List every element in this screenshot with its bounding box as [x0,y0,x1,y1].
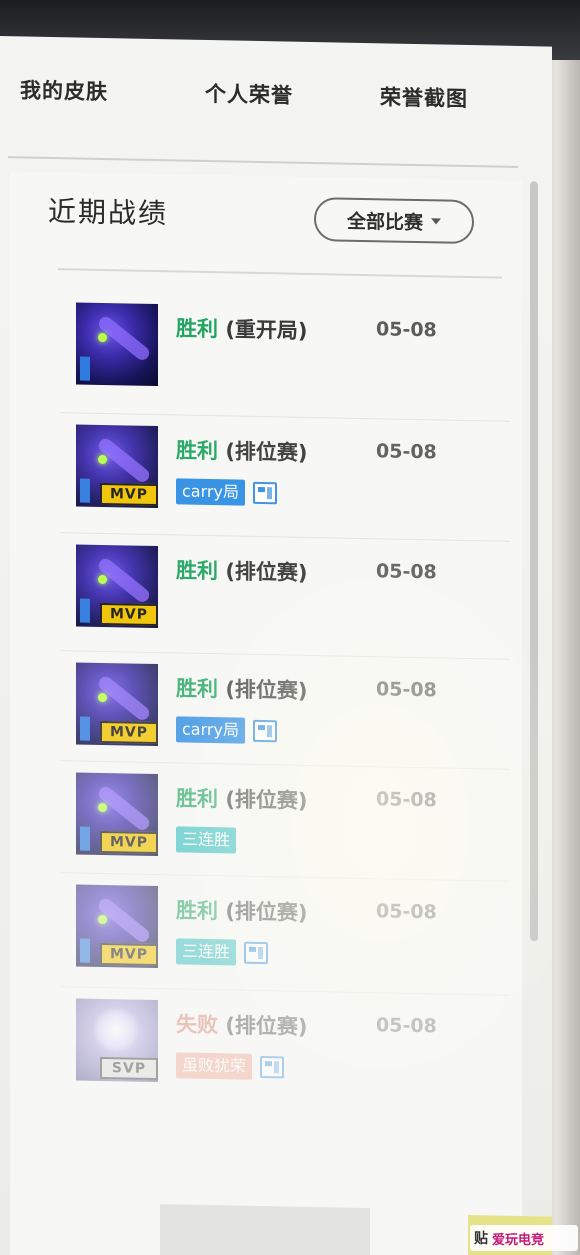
mvp-badge: MVP [100,830,158,855]
recent-matches-panel: 近期战绩 全部比赛 胜利 (重开局) 05-08 MVP 胜利 (排位赛) 05-08 c… [10,171,522,1255]
mvp-badge: MVP [100,942,158,967]
tabs-divider [8,156,518,168]
mvp-badge: MVP [100,720,158,745]
tab-my-skins[interactable]: 我的皮肤 [20,74,108,106]
match-date: 05-08 [376,900,437,924]
svp-badge: SVP [100,1056,158,1081]
hero-avatar: MVP [76,772,158,857]
match-mode: (排位赛) [225,677,308,703]
share-icon[interactable] [260,1055,285,1079]
site-watermark: 贴 爱玩电竞 [470,1225,578,1251]
hero-avatar: MVP [76,662,158,747]
hero-avatar: SVP [76,998,158,1083]
match-result: 胜利 (排位赛) [176,894,308,927]
match-row[interactable]: MVP 胜利 (排位赛) 05-08 三连胜 [60,872,510,1007]
match-result: 胜利 (排位赛) [176,434,308,467]
match-tag: carry局 [176,478,245,506]
result-word: 失败 [176,1012,218,1038]
match-result: 胜利 (排位赛) [176,672,308,705]
match-tags: carry局 [176,478,277,506]
match-tags: 三连胜 [176,826,237,854]
match-tag: carry局 [176,716,245,744]
match-tag: 三连胜 [176,938,237,966]
result-word: 胜利 [176,676,218,702]
match-result: 失败 (排位赛) [176,1008,308,1041]
share-icon[interactable] [252,481,277,505]
result-word: 胜利 [176,898,218,924]
match-mode: (排位赛) [225,1013,308,1039]
match-row[interactable]: 胜利 (重开局) 05-08 [76,302,506,425]
match-row[interactable]: MVP 胜利 (排位赛) 05-08 [60,532,510,667]
match-tags: carry局 [176,716,277,744]
hero-avatar: MVP [76,424,158,509]
mvp-badge: MVP [100,602,158,627]
match-date: 05-08 [376,560,437,584]
hero-avatar [76,302,158,387]
watermark-brand: 爱玩电竞 [492,1232,545,1248]
share-icon[interactable] [252,719,277,743]
hero-avatar: MVP [76,884,158,969]
match-tag: 三连胜 [176,826,237,854]
match-result: 胜利 (排位赛) [176,554,308,587]
chevron-down-icon [431,218,441,225]
watermark-prefix: 贴 [474,1231,488,1247]
scrollbar[interactable] [530,181,538,942]
match-result: 胜利 (重开局) [176,312,308,345]
panel-title: 近期战绩 [48,194,169,231]
result-word: 胜利 [176,558,218,584]
match-result: 胜利 (排位赛) [176,782,308,815]
hero-avatar: MVP [76,544,158,629]
result-word: 胜利 [176,786,218,812]
match-mode: (排位赛) [225,899,308,925]
match-tag: 虽败犹荣 [176,1052,253,1080]
result-word: 胜利 [176,316,218,342]
game-profile-window: 我的皮肤 个人荣誉 荣誉截图 近期战绩 全部比赛 胜利 (重开局) 05-08 MV… [0,36,552,1255]
match-list: 胜利 (重开局) 05-08 MVP 胜利 (排位赛) 05-08 carry局 MVP 胜利… [10,171,522,1083]
match-date: 05-08 [376,1014,437,1038]
match-date: 05-08 [376,318,437,342]
mvp-badge: MVP [100,482,158,507]
match-date: 05-08 [376,440,437,464]
match-mode: (排位赛) [225,787,308,813]
filter-label: 全部比赛 [346,210,423,234]
match-mode: (排位赛) [225,439,308,465]
result-word: 胜利 [176,438,218,464]
match-mode: (重开局) [225,317,308,343]
match-date: 05-08 [376,678,437,702]
tab-personal-honors[interactable]: 个人荣誉 [205,78,293,110]
bottom-button[interactable] [160,1204,370,1255]
profile-tabs: 我的皮肤 个人荣誉 荣誉截图 [0,74,540,144]
match-filter-dropdown[interactable]: 全部比赛 [314,197,474,245]
match-date: 05-08 [376,788,437,812]
match-tags: 虽败犹荣 [176,1052,285,1080]
panel-divider [58,268,502,279]
tab-honor-screenshots[interactable]: 荣誉截图 [380,81,468,113]
match-row[interactable]: MVP 胜利 (排位赛) 05-08 carry局 [60,412,510,547]
match-row[interactable]: SVP 失败 (排位赛) 05-08 虽败犹荣 [60,986,510,1121]
match-mode: (排位赛) [225,559,308,585]
match-tags: 三连胜 [176,938,269,966]
share-icon[interactable] [244,941,269,965]
